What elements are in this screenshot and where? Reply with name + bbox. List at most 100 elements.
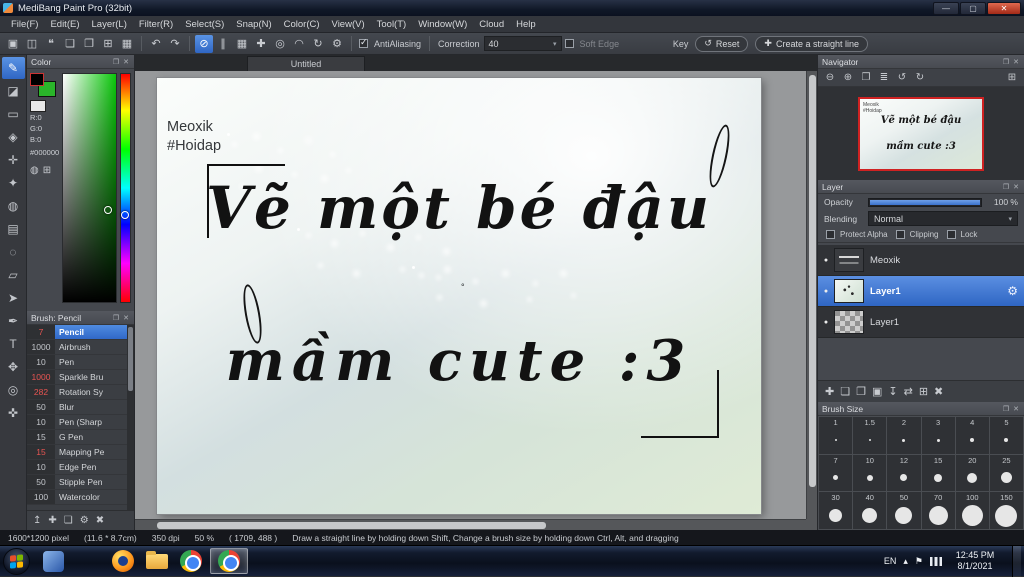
undo-button[interactable]: ↶	[147, 35, 165, 53]
dock-panel-icon[interactable]: ❐	[112, 58, 120, 66]
redo-button[interactable]: ↷	[166, 35, 184, 53]
menu-color[interactable]: Color(C)	[278, 17, 326, 32]
navigator-thumbnail[interactable]: Meoxik #Hoidap Vẽ một bé đậu mầm cute :3	[858, 96, 984, 171]
snap-vanishing-icon[interactable]: ◎	[271, 35, 289, 53]
brush-size-option[interactable]: 5	[989, 417, 1023, 454]
snap-ellipse-icon[interactable]: ◠	[290, 35, 308, 53]
brush-size-option[interactable]: 4	[955, 417, 989, 454]
scrollbar-thumb[interactable]	[157, 522, 547, 529]
taskbar-app-button[interactable]	[36, 547, 70, 575]
brush-item[interactable]: 7 Pencil	[27, 325, 134, 340]
brush-size-option[interactable]: 25	[989, 454, 1023, 492]
brush-item[interactable]: 282 Rotation Sy	[27, 385, 134, 400]
layer-row[interactable]: ● Meoxik	[818, 245, 1024, 276]
brush-item[interactable]: 100 Watercolor	[27, 490, 134, 505]
snap-radial-icon[interactable]: ↻	[309, 35, 327, 53]
delete-brush-icon[interactable]: ✖	[96, 515, 104, 526]
brush-item[interactable]: 10 Edge Pen	[27, 460, 134, 475]
add-folder-icon[interactable]: ❐	[856, 385, 866, 398]
zoom-tool[interactable]: ◎	[2, 379, 25, 401]
material-icon[interactable]: ▦	[118, 35, 136, 53]
move-down-layer-icon[interactable]: ↧	[888, 385, 897, 398]
brush-size-option[interactable]: 150	[989, 492, 1023, 529]
network-icon[interactable]	[930, 556, 942, 566]
select-rect-tool[interactable]: ▭	[2, 103, 25, 125]
brush-item[interactable]: 15 G Pen	[27, 430, 134, 445]
taskbar-clock[interactable]: 12:45 PM 8/1/2021	[949, 550, 1001, 572]
fill-tool[interactable]: ◍	[2, 195, 25, 217]
close-panel-icon[interactable]: ✕	[1012, 405, 1020, 413]
zoom-out-icon[interactable]: ⊖	[822, 70, 838, 85]
menu-select[interactable]: Select(S)	[179, 17, 230, 32]
canvas[interactable]: Meoxik #Hoidap Vẽ một bé đậu mầm cute :3…	[157, 78, 761, 514]
brush-tool[interactable]: ✎	[1, 57, 25, 79]
reset-view-icon[interactable]: ⊞	[1004, 70, 1020, 85]
brush-settings-icon[interactable]: ⚙	[80, 515, 89, 526]
brush-size-option[interactable]: 40	[853, 492, 887, 529]
menu-edit[interactable]: Edit(E)	[44, 17, 85, 32]
brush-item[interactable]: 1000 Airbrush	[27, 340, 134, 355]
correction-dropdown[interactable]: 40 ▾	[483, 36, 562, 51]
vertical-scrollbar[interactable]	[806, 71, 817, 519]
color-swatches[interactable]	[30, 73, 56, 97]
swap-layer-icon[interactable]: ⇄	[904, 385, 913, 398]
layer-visibility-toggle[interactable]: ●	[818, 319, 834, 326]
taskbar-explorer-button[interactable]	[140, 547, 174, 575]
hand-tool[interactable]: ✥	[2, 356, 25, 378]
antialiasing-checkbox[interactable]	[359, 37, 368, 48]
gradient-tool[interactable]: ▤	[2, 218, 25, 240]
rotate-left-icon[interactable]: ↺	[894, 70, 910, 85]
pages-icon[interactable]: ❐	[80, 35, 98, 53]
save-icon[interactable]: ◫	[23, 35, 41, 53]
menu-filter[interactable]: Filter(R)	[133, 17, 179, 32]
eyedropper-tool[interactable]: ✜	[2, 402, 25, 424]
layer-visibility-toggle[interactable]: ●	[818, 288, 834, 295]
scrollbar-thumb[interactable]	[809, 75, 816, 488]
brush-item[interactable]: 15 Mapping Pe	[27, 445, 134, 460]
brush-item[interactable]: 10 Pen	[27, 355, 134, 370]
close-panel-icon[interactable]: ✕	[122, 58, 130, 66]
menu-file[interactable]: File(F)	[5, 17, 44, 32]
layer-row[interactable]: ● Layer1 ⚙	[818, 276, 1024, 307]
brush-item[interactable]: 50 Stipple Pen	[27, 475, 134, 490]
brush-size-option[interactable]: 20	[955, 454, 989, 492]
layer-row[interactable]: ● Layer1	[818, 307, 1024, 338]
brush-size-option[interactable]: 7	[819, 454, 853, 492]
magic-wand-tool[interactable]: ✦	[2, 172, 25, 194]
snap-parallel-icon[interactable]: ∥	[214, 35, 232, 53]
create-straight-line-button[interactable]: ✚ Create a straight line	[755, 35, 868, 52]
snap-off-icon[interactable]: ⊘	[195, 34, 213, 53]
transparent-color-swatch[interactable]	[30, 100, 46, 112]
saturation-value-picker[interactable]	[62, 73, 117, 303]
fit-window-icon[interactable]: ❐	[858, 70, 874, 85]
document-tab[interactable]: Untitled	[247, 56, 365, 71]
snap-grid-icon[interactable]: ▦	[233, 35, 251, 53]
menu-tool[interactable]: Tool(T)	[371, 17, 413, 32]
start-button[interactable]	[3, 547, 30, 575]
show-desktop-button[interactable]	[1012, 545, 1021, 577]
close-panel-icon[interactable]: ✕	[122, 314, 130, 322]
brush-size-option[interactable]: 12	[887, 454, 921, 492]
close-panel-icon[interactable]: ✕	[1012, 58, 1020, 66]
taskbar-firefox-button[interactable]	[106, 547, 140, 575]
move-tool[interactable]: ✛	[2, 149, 25, 171]
layer-settings-icon[interactable]: ⚙	[1007, 284, 1018, 298]
merge-layer-icon[interactable]: ▣	[872, 385, 882, 398]
operation-tool[interactable]: ➤	[2, 287, 25, 309]
pen-tool[interactable]: ✒	[2, 310, 25, 332]
add-brush-icon[interactable]: ✚	[48, 515, 56, 526]
add-layer-icon[interactable]: ✚	[825, 385, 834, 398]
dock-panel-icon[interactable]: ❐	[112, 314, 120, 322]
layer-visibility-toggle[interactable]: ●	[818, 257, 834, 264]
layer-grid-icon[interactable]: ⊞	[919, 385, 928, 398]
clipping-checkbox[interactable]	[895, 230, 905, 239]
brush-item[interactable]: 10 Pen (Sharp	[27, 415, 134, 430]
text-tool[interactable]: T	[2, 333, 25, 355]
menu-layer[interactable]: Layer(L)	[86, 17, 133, 32]
lasso-tool[interactable]: ◌	[2, 241, 25, 263]
sv-marker[interactable]	[104, 206, 112, 215]
maximize-button[interactable]: ▢	[960, 1, 986, 15]
color-wheel-icon[interactable]: ◍	[30, 165, 39, 176]
menu-snap[interactable]: Snap(N)	[230, 17, 277, 32]
taskbar-chrome-active-button[interactable]	[210, 548, 248, 574]
